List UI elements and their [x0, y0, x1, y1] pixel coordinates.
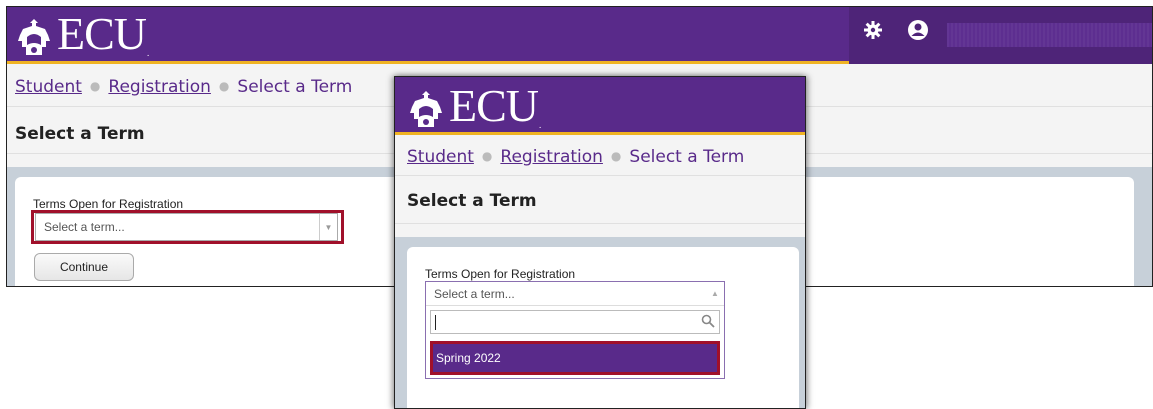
breadcrumb: Student ● Registration ● Select a Term — [407, 147, 744, 167]
breadcrumb-separator: ● — [610, 149, 622, 163]
ecu-logo-text: ECU — [449, 80, 539, 131]
breadcrumb-student[interactable]: Student — [15, 77, 82, 97]
ecu-logo[interactable]: ECU . — [15, 8, 150, 59]
term-dropdown-screenshot: ECU . Student ● Registration ● Select a Term… — [394, 76, 806, 409]
divider — [395, 223, 805, 224]
breadcrumb-student[interactable]: Student — [407, 147, 474, 167]
breadcrumb: Student ● Registration ● Select a Term — [15, 77, 352, 97]
breadcrumb-registration[interactable]: Registration — [500, 147, 603, 167]
term-select[interactable]: Select a term... ▲ — [426, 282, 724, 306]
ecu-crest-icon — [410, 91, 442, 127]
site-header: ECU . — [395, 77, 805, 135]
terms-label: Terms Open for Registration — [33, 197, 184, 211]
term-search-input[interactable] — [430, 310, 720, 334]
gear-icon[interactable] — [863, 20, 883, 40]
ecu-crest-icon — [18, 19, 50, 55]
user-name-bar[interactable] — [947, 23, 1152, 47]
breadcrumb-current: Select a Term — [629, 147, 745, 167]
page-title: Select a Term — [407, 191, 537, 211]
term-select-value: Select a term... — [434, 286, 515, 301]
text-cursor — [435, 315, 436, 330]
continue-button[interactable]: Continue — [34, 253, 134, 281]
chevron-up-icon[interactable]: ▲ — [706, 282, 724, 305]
search-icon — [701, 314, 715, 328]
breadcrumb-registration[interactable]: Registration — [108, 77, 211, 97]
header-toolbar — [849, 7, 1152, 64]
breadcrumb-current: Select a Term — [237, 77, 353, 97]
term-select-highlight — [31, 210, 344, 244]
divider — [395, 175, 805, 176]
ecu-logo-text: ECU — [57, 8, 147, 59]
site-header: ECU . — [7, 7, 1152, 64]
breadcrumb-separator: ● — [218, 79, 230, 93]
term-option-highlight — [430, 341, 720, 375]
user-icon[interactable] — [907, 19, 929, 41]
term-dropdown[interactable]: Select a term... ▲ Spring 2022 — [425, 281, 725, 379]
breadcrumb-separator: ● — [481, 149, 493, 163]
breadcrumb-separator: ● — [89, 79, 101, 93]
ecu-logo[interactable]: ECU . — [407, 80, 542, 131]
terms-label: Terms Open for Registration — [425, 267, 576, 281]
page-title: Select a Term — [15, 124, 145, 144]
registered-mark: . — [147, 48, 150, 58]
registered-mark: . — [539, 120, 542, 130]
